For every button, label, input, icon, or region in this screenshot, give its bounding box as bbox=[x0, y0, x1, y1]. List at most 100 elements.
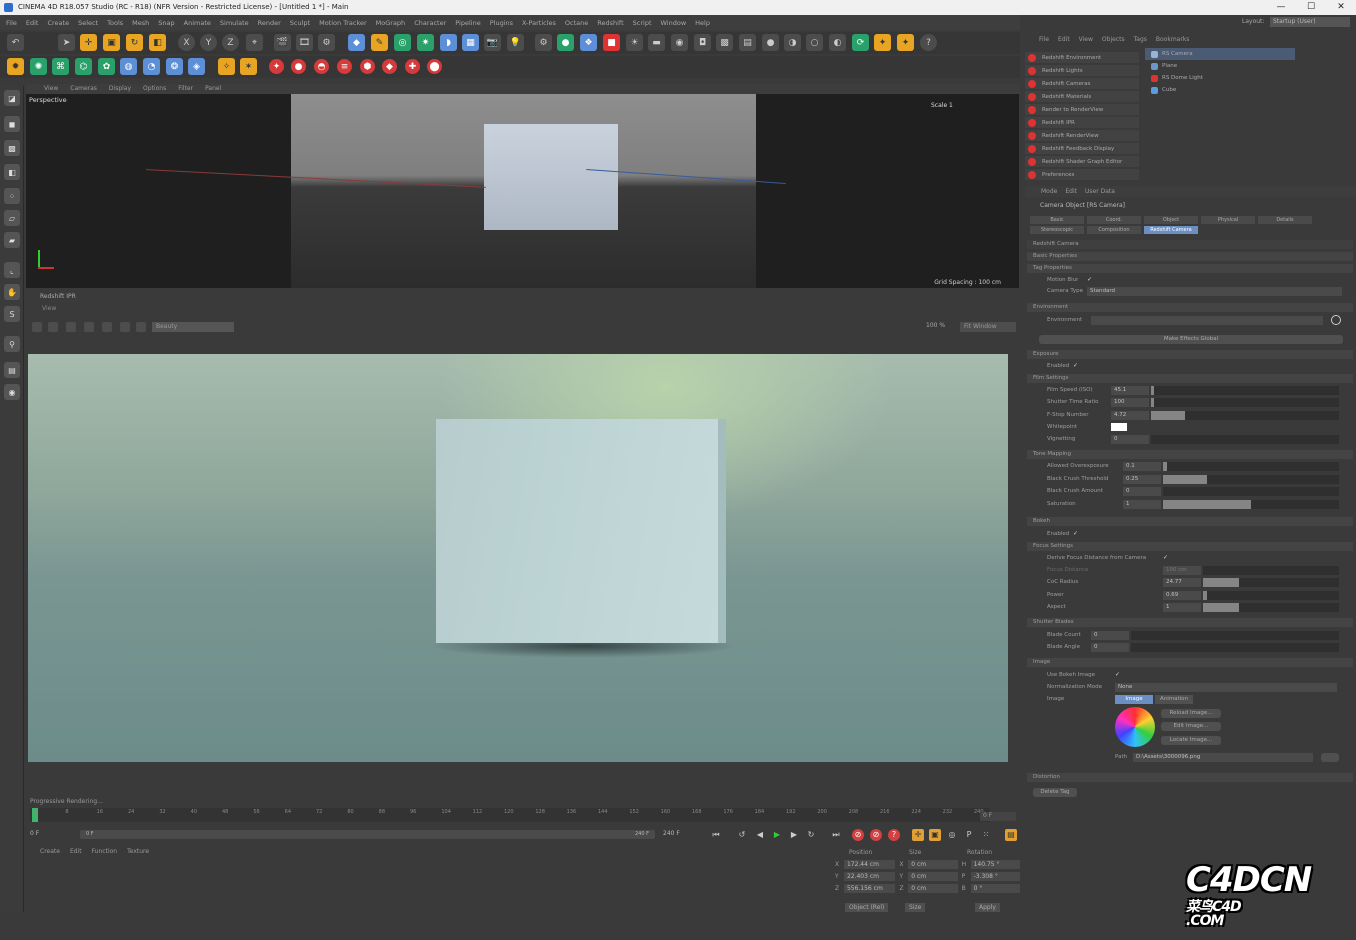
plugin-b-icon[interactable]: ✦ bbox=[897, 34, 914, 51]
render-settings-icon[interactable]: ⚙ bbox=[318, 34, 335, 51]
coc-radius-field[interactable]: 24.77 bbox=[1163, 578, 1201, 587]
workplane-icon[interactable]: ◧ bbox=[4, 164, 20, 180]
menu-help[interactable]: Help bbox=[695, 19, 710, 27]
rs-menu-cameras[interactable]: Redshift Cameras bbox=[1025, 78, 1139, 89]
xp-cache-icon[interactable]: ◔ bbox=[143, 58, 160, 75]
delete-tag-button[interactable]: Delete Tag bbox=[1033, 788, 1077, 797]
cloner-icon[interactable]: ✷ bbox=[417, 34, 434, 51]
y-axis-icon[interactable]: Y bbox=[200, 34, 217, 51]
xp-generator-icon[interactable]: ⌘ bbox=[52, 58, 69, 75]
viewport-menu-cameras[interactable]: Cameras bbox=[70, 84, 97, 94]
xp-material-icon[interactable]: ◈ bbox=[188, 58, 205, 75]
material-menu-function[interactable]: Function bbox=[92, 848, 118, 858]
crush-amount-field[interactable]: 0 bbox=[1123, 487, 1161, 496]
end-frame-field[interactable]: 240 F bbox=[663, 830, 680, 837]
rotation-h-field[interactable]: 140.75 ° bbox=[970, 860, 1020, 869]
browse-path-button[interactable] bbox=[1321, 753, 1339, 762]
minimize-button[interactable]: — bbox=[1266, 0, 1296, 15]
object-rs-dome-light[interactable]: RS Dome Light bbox=[1145, 72, 1295, 84]
power-slider[interactable] bbox=[1203, 591, 1339, 600]
maximize-button[interactable]: ☐ bbox=[1296, 0, 1326, 15]
ipr-zoom[interactable]: 100 % bbox=[926, 322, 945, 329]
material-ball-icon[interactable]: ● bbox=[762, 34, 779, 51]
xp-modifier-icon[interactable]: ⌬ bbox=[75, 58, 92, 75]
derive-focus-checkbox[interactable]: ✓ bbox=[1163, 554, 1170, 561]
attr-menu-mode[interactable]: Mode bbox=[1041, 188, 1057, 195]
ipr-render-image[interactable] bbox=[28, 354, 1008, 762]
material-menu-edit[interactable]: Edit bbox=[70, 848, 82, 858]
exposure-enabled-checkbox[interactable]: ✓ bbox=[1073, 362, 1080, 369]
section-tone-mapping[interactable]: Tone Mapping bbox=[1027, 450, 1353, 459]
environment-link-field[interactable] bbox=[1091, 316, 1323, 325]
power-field[interactable]: 0.69 bbox=[1163, 591, 1201, 600]
perspective-viewport[interactable]: Perspective Scale 1 Grid Spacing : 100 c… bbox=[26, 94, 1019, 288]
rs-menu-materials[interactable]: Redshift Materials bbox=[1025, 91, 1139, 102]
menu-edit[interactable]: Edit bbox=[26, 19, 39, 27]
ipr-lock-icon[interactable] bbox=[66, 322, 76, 332]
environment-picker-icon[interactable] bbox=[1331, 315, 1341, 325]
menu-render[interactable]: Render bbox=[258, 19, 281, 27]
objects-menu-bookmarks[interactable]: Bookmarks bbox=[1156, 36, 1190, 43]
undo-icon[interactable]: ↶ bbox=[7, 34, 24, 51]
material-menu-create[interactable]: Create bbox=[40, 848, 60, 858]
image-path-field[interactable]: D:\Assets\3000096.png bbox=[1133, 753, 1313, 762]
use-bokeh-image-checkbox[interactable]: ✓ bbox=[1115, 671, 1122, 678]
size-z-field[interactable]: 0 cm bbox=[908, 884, 958, 893]
layer-icon[interactable]: ◉ bbox=[4, 384, 20, 400]
object-cube[interactable]: Cube bbox=[1145, 84, 1295, 96]
previous-key-icon[interactable]: ↺ bbox=[736, 829, 748, 841]
motion-blur-checkbox[interactable]: ✓ bbox=[1087, 276, 1094, 283]
section-exposure[interactable]: Exposure bbox=[1027, 350, 1353, 359]
light-icon[interactable]: 💡 bbox=[507, 34, 524, 51]
section-distortion[interactable]: Distortion bbox=[1027, 773, 1353, 782]
apply-button[interactable]: Apply bbox=[975, 903, 1000, 912]
camera-type-select[interactable]: Standard bbox=[1087, 287, 1342, 296]
rs-light-h-icon[interactable]: ⬤ bbox=[427, 59, 442, 74]
attr-menu-user-data[interactable]: User Data bbox=[1085, 188, 1115, 195]
key-position-icon[interactable]: ✛ bbox=[912, 829, 924, 841]
points-mode-icon[interactable]: ⁘ bbox=[4, 188, 20, 204]
key-param-icon[interactable]: P bbox=[963, 829, 975, 841]
overexposure-field[interactable]: 0.1 bbox=[1123, 462, 1161, 471]
rs-light-f-icon[interactable]: ◆ bbox=[382, 59, 397, 74]
xp-question-icon[interactable]: ✿ bbox=[98, 58, 115, 75]
fit-window-select[interactable]: Fit Window bbox=[960, 322, 1016, 332]
section-environment[interactable]: Environment bbox=[1027, 303, 1353, 312]
axis-mode-icon[interactable]: ⌞ bbox=[4, 262, 20, 278]
subdivision-icon[interactable]: ◎ bbox=[394, 34, 411, 51]
key-rotation-icon[interactable]: ◎ bbox=[946, 829, 958, 841]
rs-light-g-icon[interactable]: ✚ bbox=[405, 59, 420, 74]
crush-threshold-field[interactable]: 0.25 bbox=[1123, 475, 1161, 484]
rotate-icon[interactable]: ↻ bbox=[126, 34, 143, 51]
rs-light-c-icon[interactable]: ◓ bbox=[314, 59, 329, 74]
checker-icon[interactable]: ▩ bbox=[716, 34, 733, 51]
object-rs-camera[interactable]: RS Camera bbox=[1145, 48, 1295, 60]
objects-menu-view[interactable]: View bbox=[1079, 36, 1093, 43]
key-scale-icon[interactable]: ▣ bbox=[929, 829, 941, 841]
menu-mesh[interactable]: Mesh bbox=[132, 19, 149, 27]
deformer-icon[interactable]: ◗ bbox=[440, 34, 457, 51]
menu-window[interactable]: Window bbox=[661, 19, 687, 27]
rotation-b-field[interactable]: 0 ° bbox=[970, 884, 1020, 893]
focus-distance-slider[interactable] bbox=[1203, 566, 1339, 575]
ipr-refresh-icon[interactable] bbox=[48, 322, 58, 332]
rs-light-a-icon[interactable]: ✦ bbox=[269, 59, 284, 74]
menu-create[interactable]: Create bbox=[47, 19, 69, 27]
key-pla-icon[interactable]: ⁙ bbox=[980, 829, 992, 841]
section-image[interactable]: Image bbox=[1027, 658, 1353, 667]
workplane-lock-icon[interactable]: ⚲ bbox=[4, 336, 20, 352]
camera-icon[interactable]: 📷 bbox=[484, 34, 501, 51]
tweak-mode-icon[interactable]: ✋ bbox=[4, 284, 20, 300]
objects-menu-objects[interactable]: Objects bbox=[1102, 36, 1125, 43]
previous-frame-icon[interactable]: ◀ bbox=[754, 829, 766, 841]
whitepoint-color-swatch[interactable] bbox=[1111, 423, 1127, 431]
timeline-ruler[interactable]: 0 8 16 24 32 40 48 56 64 72 80 88 96 104 112 120 128 136 1… bbox=[30, 808, 990, 822]
ipr-menu-view[interactable]: View bbox=[26, 304, 1020, 314]
close-button[interactable]: ✕ bbox=[1326, 0, 1356, 15]
menu-simulate[interactable]: Simulate bbox=[220, 19, 249, 27]
bokeh-image-preview[interactable] bbox=[1115, 707, 1155, 747]
tab-composition[interactable]: Composition bbox=[1087, 226, 1141, 234]
material-chrome-icon[interactable]: ○ bbox=[806, 34, 823, 51]
menu-snap[interactable]: Snap bbox=[158, 19, 174, 27]
make-effects-global-button[interactable]: Make Effects Global bbox=[1039, 335, 1343, 344]
